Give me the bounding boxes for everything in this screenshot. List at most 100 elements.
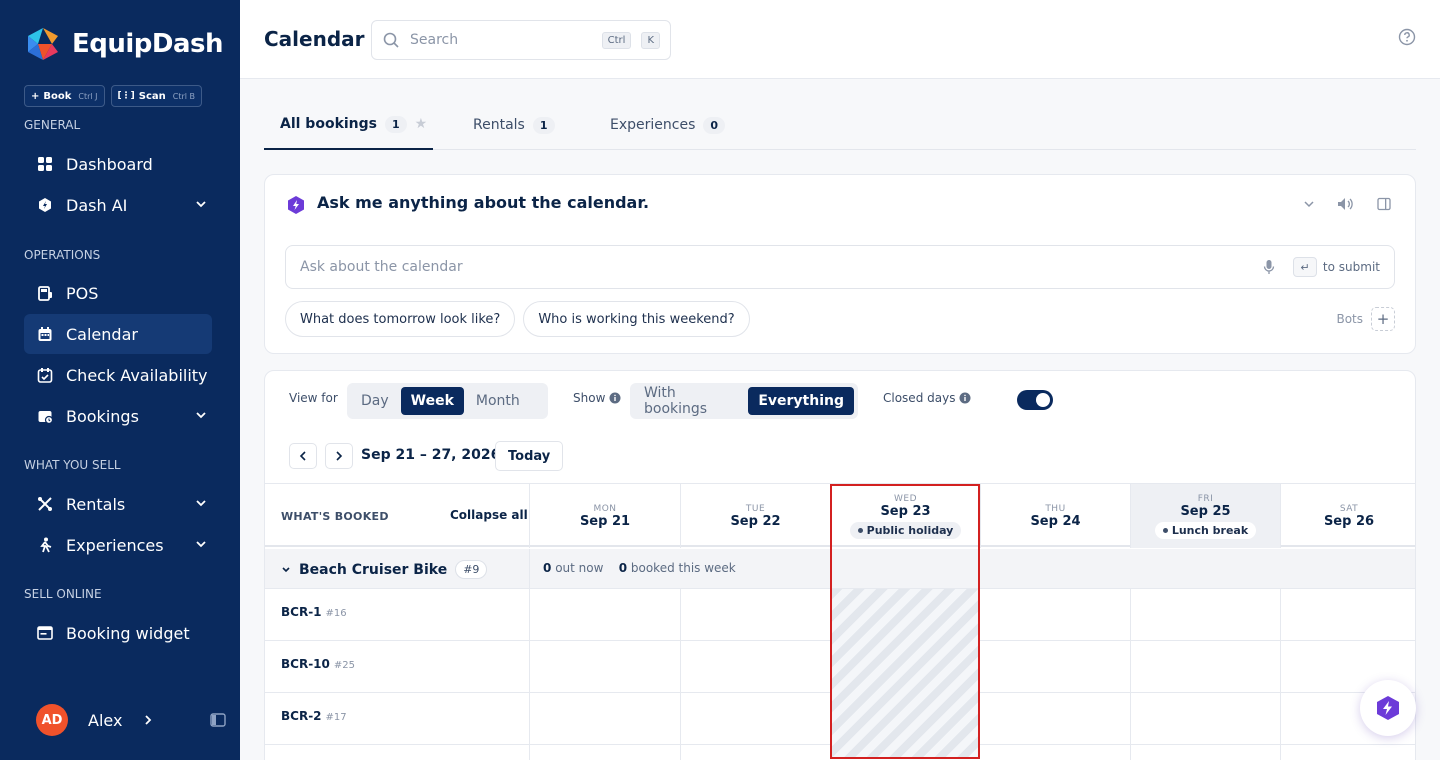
help-icon[interactable] (1398, 28, 1416, 46)
sidebar-item-calendar[interactable]: Calendar (24, 314, 212, 354)
day-header[interactable]: FRI Sep 25 Lunch break (1130, 484, 1280, 548)
sidebar-item-booking-widget[interactable]: Booking widget (24, 613, 212, 653)
pos-icon (36, 284, 54, 302)
suggestion-chip[interactable]: What does tomorrow look like? (285, 301, 516, 337)
lunch-break-badge: Lunch break (1154, 521, 1257, 539)
show-with-bookings-button[interactable]: With bookings (634, 385, 746, 417)
show-switcher: With bookings Everything (630, 383, 858, 419)
tab-all-bookings[interactable]: All bookings 1 ★ (264, 100, 433, 150)
prev-week-button[interactable] (289, 443, 317, 469)
submit-hint: ↵ to submit (1292, 257, 1380, 277)
sidebar-item-label: Bookings (66, 406, 139, 426)
add-bot-button[interactable]: + (1371, 307, 1395, 331)
sidebar-item-label: Experiences (66, 535, 164, 555)
brand[interactable]: EquipDash (24, 26, 224, 62)
view-month-button[interactable]: Month (466, 387, 530, 415)
calendar-card: View for Day Week Month Show With bookin… (264, 370, 1416, 760)
sidebar-item-dashboard[interactable]: Dashboard (24, 144, 212, 184)
view-week-button[interactable]: Week (400, 387, 464, 415)
group-name[interactable]: Beach Cruiser Bike #9 (281, 560, 488, 579)
tab-rentals[interactable]: Rentals 1 (473, 100, 555, 150)
bots-label: Bots (1336, 312, 1363, 326)
assistant-tools (1303, 197, 1391, 211)
day-header[interactable]: MON Sep 21 (529, 484, 680, 548)
search-input[interactable]: Search Ctrl K (371, 20, 671, 60)
resource-id: #16 (325, 608, 347, 619)
sidebar-item-bookings[interactable]: Bookings (24, 396, 212, 436)
resource-name[interactable]: BCR-2 #17 (281, 709, 347, 723)
column-divider (680, 589, 681, 760)
info-icon[interactable] (609, 392, 621, 404)
next-week-button[interactable] (325, 443, 353, 469)
speaker-icon[interactable] (1337, 197, 1355, 211)
collapse-sidebar-icon[interactable] (210, 713, 226, 727)
panel-toggle-icon[interactable] (1377, 197, 1391, 211)
view-day-button[interactable]: Day (351, 387, 399, 415)
sidebar-item-pos[interactable]: POS (24, 273, 212, 313)
day-header[interactable]: TUE Sep 22 (680, 484, 830, 548)
chevron-right-icon (334, 450, 344, 462)
calendar-check-icon (36, 366, 54, 384)
sidebar-item-label: POS (66, 283, 99, 303)
day-header[interactable]: SAT Sep 26 (1280, 484, 1415, 548)
submit-label: to submit (1322, 260, 1380, 274)
sidebar-item-label: Calendar (66, 324, 138, 344)
sidebar-item-check-availability[interactable]: Check Availability (24, 355, 212, 395)
scan-quick-button[interactable]: [⋮] Scan Ctrl B (110, 85, 203, 107)
chevron-down-icon (281, 565, 291, 575)
enter-key-icon: ↵ (1292, 257, 1317, 277)
section-general: GENERAL (24, 118, 81, 132)
assistant-card: Ask me anything about the calendar. Ask … (264, 174, 1416, 354)
group-count-badge: #9 (455, 560, 488, 579)
resource-name[interactable]: BCR-1 #16 (281, 605, 347, 619)
column-divider (529, 549, 530, 760)
tab-label: Experiences (610, 117, 696, 133)
k-key: K (641, 31, 660, 49)
book-quick-button[interactable]: + Book Ctrl J (24, 85, 105, 107)
chevron-down-icon[interactable] (1303, 198, 1315, 210)
search-icon (382, 31, 400, 49)
view-switcher: Day Week Month (347, 383, 548, 419)
collapse-all-button[interactable]: Collapse all (450, 508, 528, 522)
section-operations: OPERATIONS (24, 248, 101, 262)
ai-assistant-fab[interactable] (1360, 680, 1416, 736)
sidebar-item-label: Check Availability (66, 365, 208, 385)
scan-icon: [⋮] (117, 91, 135, 101)
chevron-down-icon (194, 496, 208, 510)
resource-name[interactable]: BCR-10 #25 (281, 657, 355, 671)
sidebar-item-rentals[interactable]: Rentals (24, 484, 212, 524)
day-of-week: FRI (1197, 493, 1214, 504)
show-everything-button[interactable]: Everything (748, 387, 854, 415)
closed-days-label: Closed days (883, 391, 971, 405)
bookings-icon (36, 407, 54, 425)
star-icon[interactable]: ★ (415, 116, 428, 132)
experiences-icon (36, 536, 54, 554)
ai-icon (287, 195, 305, 215)
user-menu[interactable]: AD Alex (36, 704, 154, 736)
show-text: Show (573, 391, 606, 405)
today-button[interactable]: Today (495, 441, 564, 471)
grid-icon (36, 155, 54, 173)
suggestion-chip[interactable]: Who is working this weekend? (523, 301, 750, 337)
chevron-down-icon (194, 537, 208, 551)
booking-tabs: All bookings 1 ★ Rentals 1 Experiences 0 (264, 100, 1416, 150)
tab-experiences[interactable]: Experiences 0 (610, 100, 726, 150)
chevron-down-icon (194, 408, 208, 422)
column-divider (1130, 589, 1131, 760)
calendar-icon (36, 325, 54, 343)
widget-icon (36, 624, 54, 642)
resource-label: BCR-2 (281, 709, 322, 723)
section-sell-online: SELL ONLINE (24, 587, 102, 601)
day-date: Sep 25 (1180, 503, 1231, 519)
assistant-input[interactable]: Ask about the calendar ↵ to submit (285, 245, 1395, 289)
booked-count: 0 (618, 561, 628, 575)
day-header[interactable]: THU Sep 24 (980, 484, 1130, 548)
column-divider (1280, 589, 1281, 760)
closed-days-toggle[interactable] (1017, 390, 1053, 410)
sidebar-item-dash-ai[interactable]: Dash AI (24, 185, 212, 225)
sidebar-item-experiences[interactable]: Experiences (24, 525, 212, 565)
equipdash-logo-icon (24, 26, 62, 62)
topbar: Calendar Search Ctrl K (240, 0, 1440, 79)
microphone-icon[interactable] (1263, 259, 1275, 275)
info-icon[interactable] (959, 392, 971, 404)
